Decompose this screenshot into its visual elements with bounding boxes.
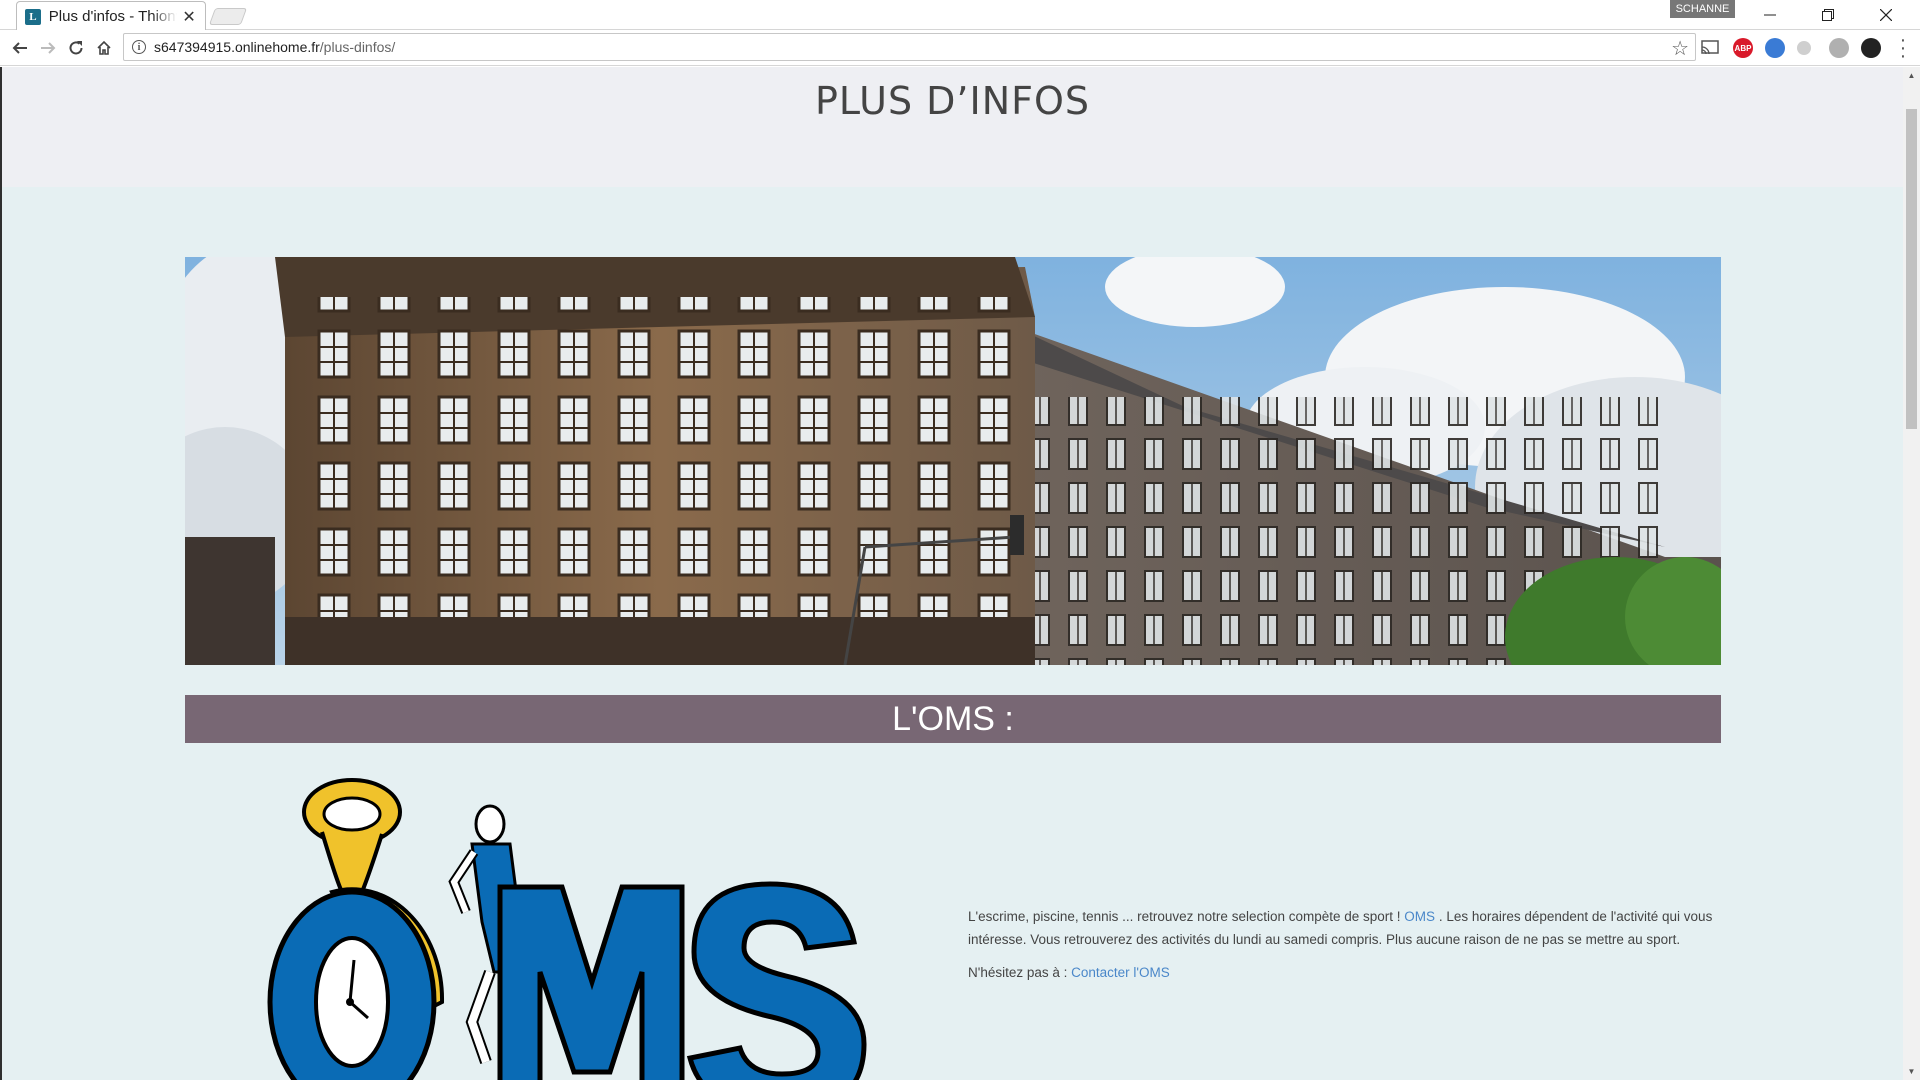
browser-toolbar: i s647394915.onlinehome.fr/plus-dinfos/ …	[0, 30, 1920, 66]
page-header: PLUS D’INFOS	[2, 67, 1903, 187]
scroll-down-arrow-icon[interactable]: ▼	[1903, 1063, 1920, 1080]
extension-icon-2[interactable]	[1765, 38, 1785, 58]
oms-paragraph-2: N'hésitez pas à : Contacter l'OMS	[968, 961, 1723, 984]
profile-badge[interactable]: SCHANNE	[1670, 0, 1735, 18]
url-host: s647394915.onlinehome.fr	[154, 39, 320, 55]
back-arrow-icon	[12, 42, 27, 54]
close-window-button[interactable]	[1858, 0, 1914, 30]
address-bar[interactable]: i s647394915.onlinehome.fr/plus-dinfos/ …	[123, 33, 1696, 61]
forward-arrow-icon	[41, 42, 56, 54]
back-button[interactable]	[8, 36, 32, 60]
browser-tab[interactable]: L Plus d'infos - Thionville ✕	[16, 1, 206, 31]
page-title: PLUS D’INFOS	[814, 79, 1091, 123]
page-scrollbar[interactable]: ▲ ▼	[1903, 67, 1920, 1080]
home-icon	[97, 40, 111, 55]
browser-menu-icon[interactable]: · · ·	[1896, 30, 1910, 66]
reload-icon	[69, 41, 83, 55]
oms-link[interactable]: OMS	[1404, 909, 1435, 924]
tab-close-icon[interactable]: ✕	[181, 7, 197, 27]
oms-paragraph-1: L'escrime, piscine, tennis ... retrouvez…	[968, 905, 1723, 951]
oms-logo-image	[267, 778, 867, 1080]
scroll-up-arrow-icon[interactable]: ▲	[1903, 67, 1920, 84]
site-info-icon[interactable]: i	[132, 40, 146, 54]
hero-building-image	[185, 257, 1721, 665]
site-favicon-icon: L	[25, 8, 41, 25]
section-heading-oms: L'OMS :	[185, 695, 1721, 743]
forward-button[interactable]	[36, 36, 60, 60]
page-viewport: PLUS D’INFOS L'OMS: L'escrime, piscine,…	[0, 67, 1903, 1080]
extension-icon-3[interactable]	[1797, 41, 1811, 55]
oms-paragraph-2-text: N'hésitez pas à :	[968, 965, 1072, 980]
extension-icon-4[interactable]	[1829, 38, 1849, 58]
oms-paragraph-1-text-start: L'escrime, piscine, tennis ... retrouvez…	[968, 909, 1405, 924]
close-icon	[1880, 9, 1892, 21]
cast-icon[interactable]	[1700, 38, 1720, 58]
restore-icon	[1822, 9, 1834, 21]
url-path: /plus-dinfos/	[319, 39, 396, 55]
browser-titlebar: L Plus d'infos - Thionville ✕ SCHANNE	[0, 0, 1920, 31]
new-tab-button[interactable]	[208, 8, 248, 25]
url-text: s647394915.onlinehome.fr/plus-dinfos/	[154, 39, 395, 55]
bookmark-star-icon[interactable]: ☆	[1671, 36, 1689, 61]
reload-button[interactable]	[64, 36, 88, 60]
extension-icon-5[interactable]	[1861, 38, 1881, 58]
oms-description: L'escrime, piscine, tennis ... retrouvez…	[968, 905, 1723, 994]
home-button[interactable]	[92, 36, 116, 60]
minimize-icon	[1764, 14, 1776, 16]
adblock-plus-icon[interactable]: ABP	[1733, 38, 1753, 58]
tab-title: Plus d'infos - Thionville	[48, 8, 178, 25]
contact-oms-link[interactable]: Contacter l'OMS	[1071, 965, 1170, 980]
scrollbar-thumb[interactable]	[1906, 109, 1917, 429]
restore-button[interactable]	[1800, 0, 1856, 30]
minimize-button[interactable]	[1742, 0, 1798, 30]
